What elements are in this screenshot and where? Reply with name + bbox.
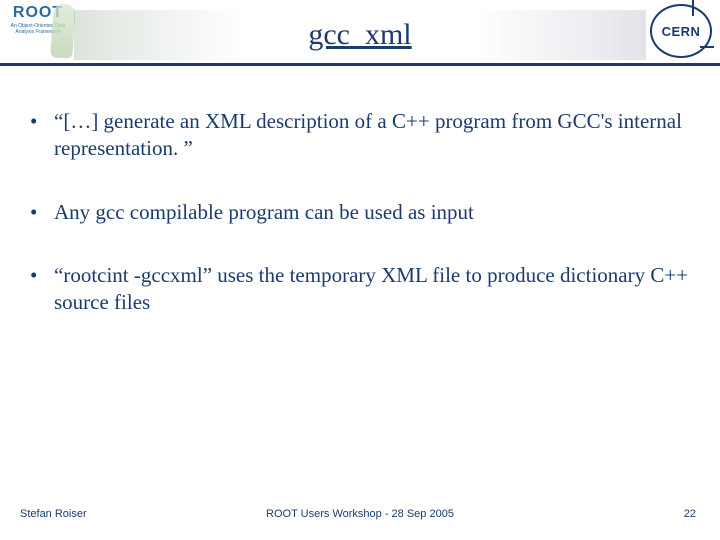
- slide-body: “[…] generate an XML description of a C+…: [26, 108, 694, 352]
- bullet-item: Any gcc compilable program can be used a…: [26, 199, 694, 226]
- cern-logo: CERN: [650, 4, 712, 58]
- footer-page-number: 22: [684, 508, 696, 520]
- slide-footer: Stefan Roiser ROOT Users Workshop - 28 S…: [0, 508, 720, 528]
- root-logo-graphic: [50, 3, 76, 58]
- root-logo: ROOT An Object-Oriented Data Analysis Fr…: [6, 4, 70, 62]
- slide-title: gcc_xml: [308, 18, 411, 52]
- footer-center: ROOT Users Workshop - 28 Sep 2005: [0, 508, 720, 520]
- bullet-list: “[…] generate an XML description of a C+…: [26, 108, 694, 316]
- bullet-item: “rootcint -gccxml” uses the temporary XM…: [26, 262, 694, 317]
- slide-header: ROOT An Object-Oriented Data Analysis Fr…: [0, 0, 720, 66]
- cern-logo-text: CERN: [662, 24, 701, 39]
- title-strip: gcc_xml: [74, 10, 646, 60]
- bullet-item: “[…] generate an XML description of a C+…: [26, 108, 694, 163]
